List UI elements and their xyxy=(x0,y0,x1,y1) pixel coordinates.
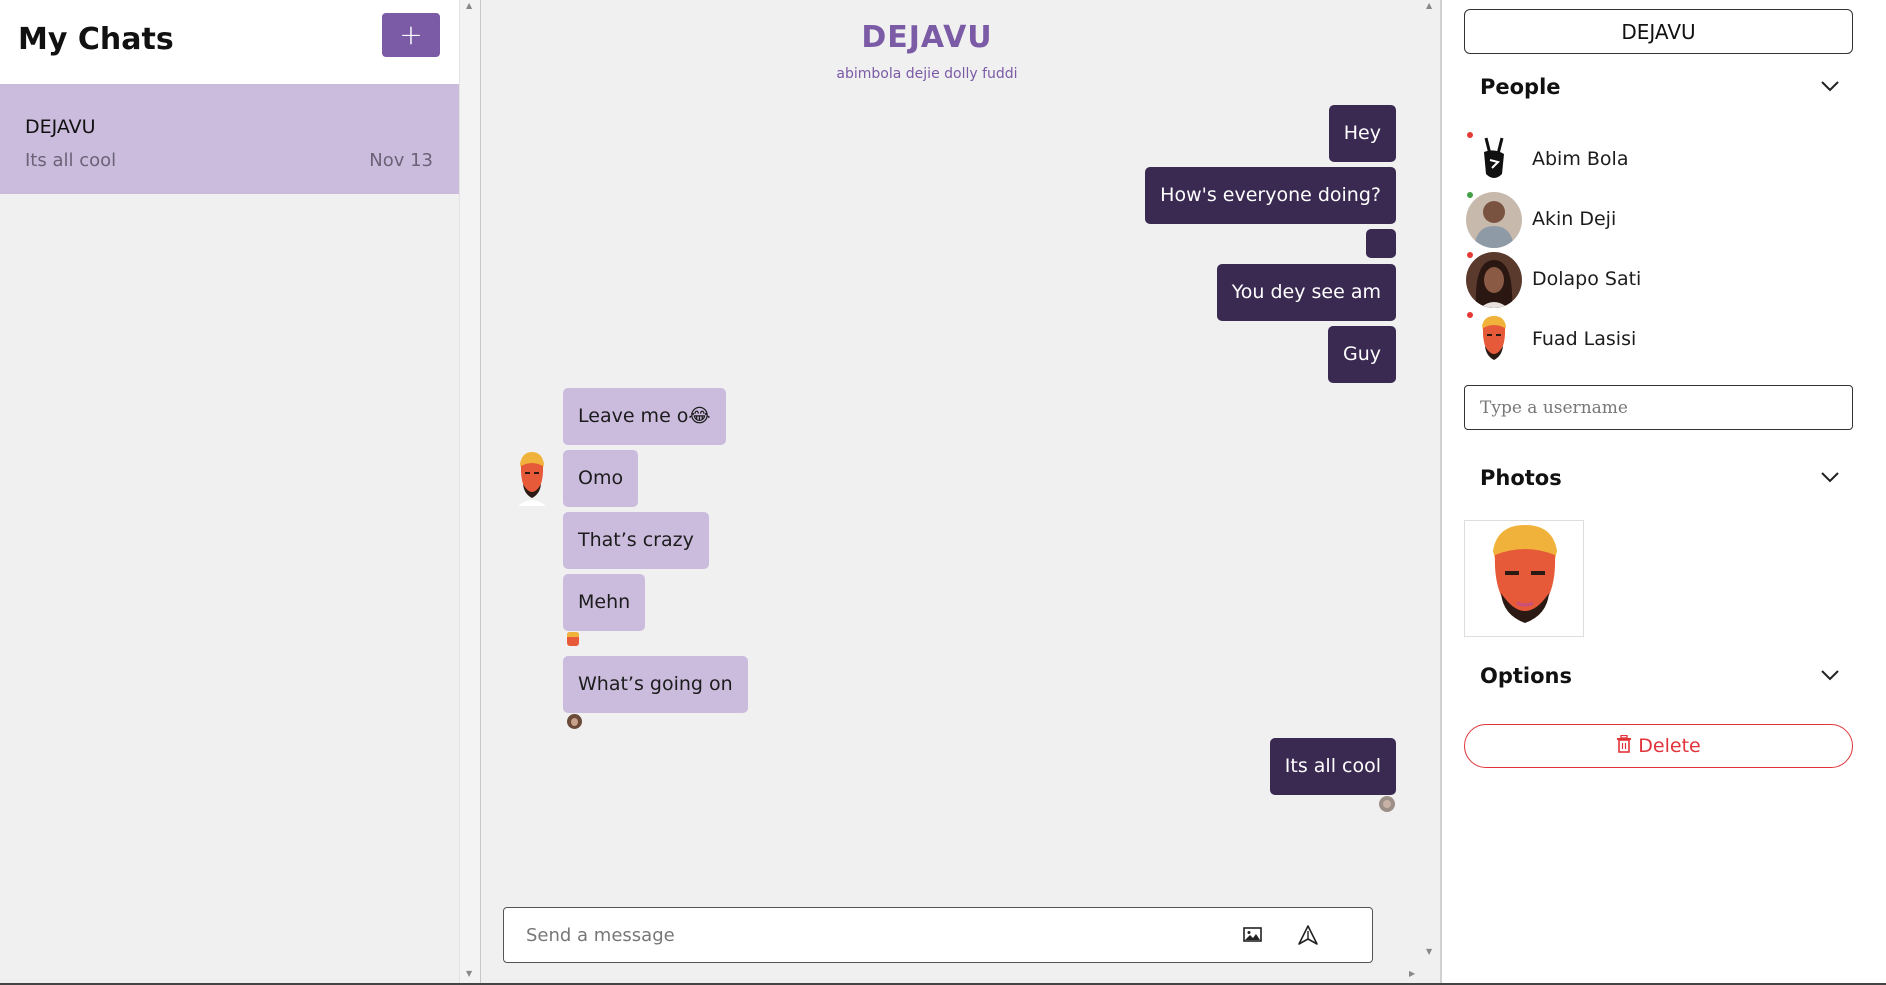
delete-label: Delete xyxy=(1638,735,1701,757)
chat-card-date: Nov 13 xyxy=(369,150,433,171)
read-receipt-avatar xyxy=(567,714,582,729)
plus-icon: + xyxy=(399,18,423,51)
person-avatar xyxy=(1466,312,1522,368)
trash-icon xyxy=(1616,734,1632,758)
chevron-down-icon xyxy=(1821,667,1839,681)
person-name: Dolapo Sati xyxy=(1532,268,1642,290)
chat-settings-title: DEJAVU xyxy=(1464,9,1853,54)
photos-section-label: Photos xyxy=(1480,466,1562,490)
photos-section-header[interactable]: Photos xyxy=(1464,449,1853,507)
person-name: Fuad Lasisi xyxy=(1532,328,1637,350)
chat-card-title: DEJAVU xyxy=(25,116,96,138)
status-dot xyxy=(1467,312,1473,318)
options-section-label: Options xyxy=(1480,664,1572,688)
chat-card-last-message: Its all cool xyxy=(25,150,117,171)
chat-list-scrollbar[interactable]: ▲ ▼ xyxy=(459,0,480,983)
person-item[interactable]: Fuad Lasisi xyxy=(1466,312,1846,368)
delete-chat-button[interactable]: Delete xyxy=(1464,724,1853,768)
chat-list-title: My Chats xyxy=(18,22,174,57)
person-item[interactable]: Dolapo Sati xyxy=(1466,252,1846,308)
chat-list-panel: My Chats + DEJAVU Its all cool Nov 13 xyxy=(0,0,459,983)
person-avatar xyxy=(1466,132,1522,188)
send-icon[interactable] xyxy=(1297,924,1319,946)
message-bubble-in[interactable]: That’s crazy xyxy=(563,512,709,569)
message-bubble-in[interactable]: Omo xyxy=(563,450,639,507)
username-input[interactable] xyxy=(1464,385,1853,430)
message-bubble-in[interactable]: Leave me o😂 xyxy=(563,388,726,445)
status-dot xyxy=(1467,192,1473,198)
person-avatar xyxy=(1466,252,1522,308)
message-bubble-out[interactable]: Hey xyxy=(1328,105,1396,162)
message-bubble-out[interactable]: Its all cool xyxy=(1269,738,1396,795)
chevron-down-icon xyxy=(1821,469,1839,483)
scroll-right-arrow-icon[interactable]: ▶ xyxy=(1409,970,1415,978)
scroll-up-arrow-icon[interactable]: ▲ xyxy=(1426,2,1432,10)
status-dot xyxy=(1467,252,1473,258)
scroll-up-arrow-icon[interactable]: ▲ xyxy=(466,2,472,10)
chat-members-subtitle: abimbola dejie dolly fuddi xyxy=(836,66,1018,82)
read-receipt-avatar xyxy=(1379,796,1395,812)
read-receipt-avatar xyxy=(567,632,579,646)
message-bubble-out[interactable]: Guy xyxy=(1327,326,1396,383)
person-item[interactable]: Akin Deji xyxy=(1466,192,1846,248)
message-bubble-in[interactable]: Mehn xyxy=(563,574,646,631)
message-input[interactable] xyxy=(526,908,1206,962)
person-name: Akin Deji xyxy=(1532,208,1617,230)
chat-feed-scrollbar[interactable]: ▲ ▼ ▶ xyxy=(1409,0,1440,983)
status-dot xyxy=(1467,132,1473,138)
message-bubble-out[interactable]: How's everyone doing? xyxy=(1145,167,1396,224)
shared-photo-thumbnail[interactable] xyxy=(1464,520,1584,637)
new-chat-button[interactable]: + xyxy=(382,13,440,57)
chat-list-header: My Chats + xyxy=(0,0,459,84)
options-section-header[interactable]: Options xyxy=(1464,647,1853,705)
message-bubble-out[interactable] xyxy=(1366,229,1396,258)
person-avatar xyxy=(1466,192,1522,248)
chat-title: DEJAVU xyxy=(861,20,993,55)
sender-avatar[interactable] xyxy=(510,450,554,506)
person-item[interactable]: Abim Bola xyxy=(1466,132,1846,188)
chat-card-dejavu[interactable]: DEJAVU Its all cool Nov 13 xyxy=(0,84,459,194)
chevron-down-icon xyxy=(1821,78,1839,92)
scroll-down-arrow-icon[interactable]: ▼ xyxy=(466,970,472,978)
people-section-label: People xyxy=(1480,75,1561,99)
message-bubble-in[interactable]: What’s going on xyxy=(563,656,748,713)
attach-image-icon[interactable] xyxy=(1242,925,1264,945)
people-section-header[interactable]: People xyxy=(1464,58,1853,116)
message-composer xyxy=(503,907,1373,963)
chat-settings-panel: DEJAVU People Abim Bola Akin Deji Dolapo… xyxy=(1442,0,1886,983)
message-bubble-out[interactable]: You dey see am xyxy=(1216,264,1396,321)
person-name: Abim Bola xyxy=(1532,148,1629,170)
chat-feed-panel: DEJAVU abimbola dejie dolly fuddi Hey Ho… xyxy=(481,0,1440,983)
scroll-down-arrow-icon[interactable]: ▼ xyxy=(1426,948,1432,956)
